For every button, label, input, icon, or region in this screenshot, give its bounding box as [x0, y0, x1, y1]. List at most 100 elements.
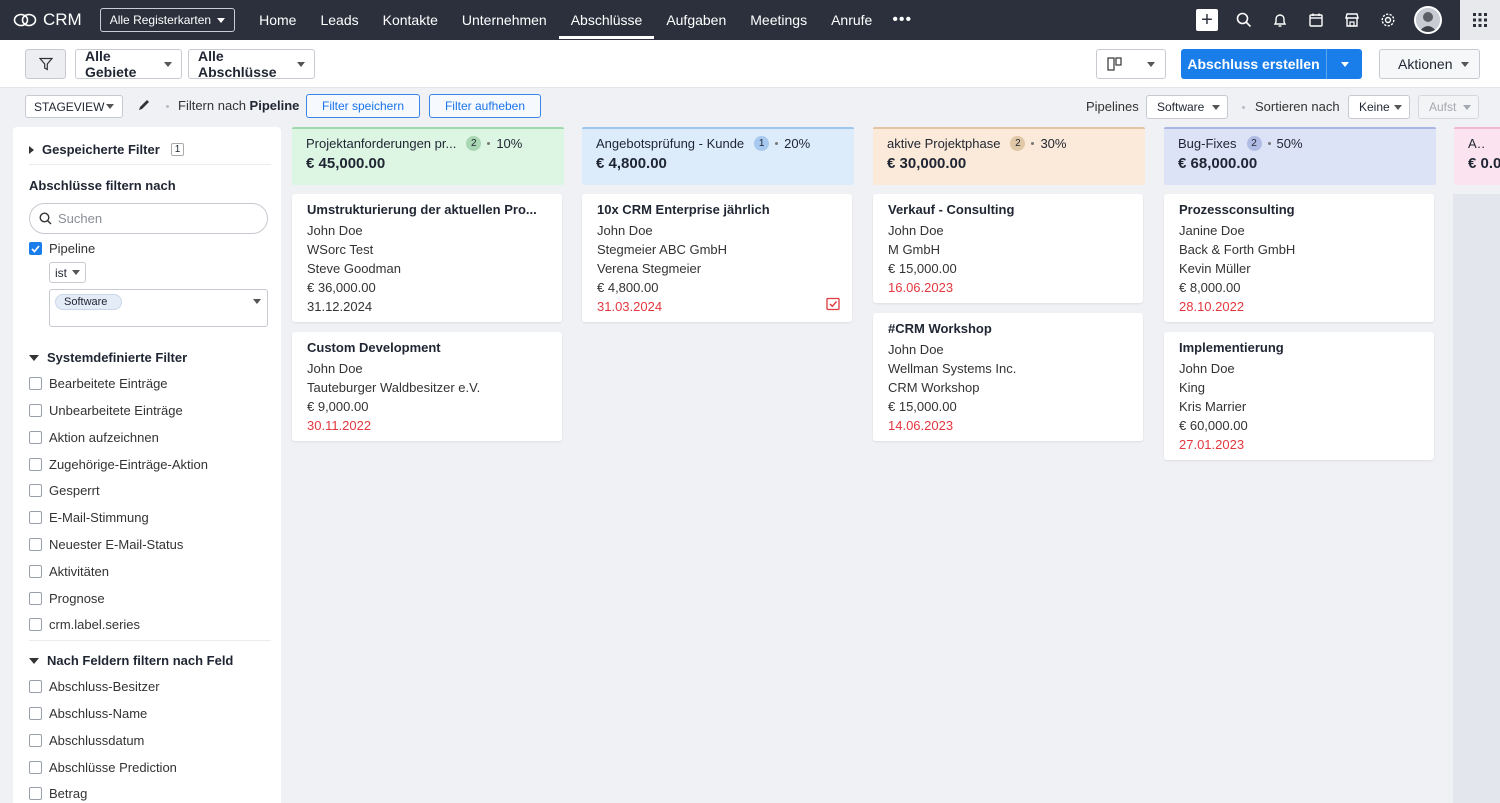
more-tabs-icon[interactable]: ••• — [884, 0, 920, 40]
apps-grid-icon[interactable] — [1460, 0, 1500, 40]
tab-deals[interactable]: Abschlüsse — [558, 0, 655, 40]
filter-checkbox[interactable]: Gesperrt — [29, 483, 100, 498]
deal-title[interactable]: Prozessconsulting — [1179, 202, 1419, 221]
checkbox-icon[interactable] — [29, 565, 42, 578]
stage-column-header[interactable]: Abna € 0.0 — [1454, 127, 1500, 185]
stage-column-header[interactable]: aktive Projektphase 2 30% € 30,000.00 — [873, 127, 1145, 185]
pipeline-value-select[interactable]: Software — [49, 289, 268, 327]
tab-calls[interactable]: Anrufe — [819, 0, 884, 40]
checkbox-icon[interactable] — [29, 431, 42, 444]
deal-card[interactable]: Umstrukturierung der aktuellen Pro... Jo… — [292, 194, 562, 322]
deal-title[interactable]: Implementierung — [1179, 340, 1419, 359]
deal-card[interactable]: #CRM Workshop John Doe Wellman Systems I… — [873, 313, 1143, 441]
save-filter-button[interactable]: Filter speichern — [306, 94, 420, 118]
filter-checkbox[interactable]: Abschluss-Besitzer — [29, 679, 160, 694]
deal-card[interactable]: Verkauf - Consulting John Doe M GmbH € 1… — [873, 194, 1143, 303]
checkbox-icon[interactable] — [29, 404, 42, 417]
territory-dropdown[interactable]: Alle Gebiete — [75, 48, 182, 80]
tab-companies[interactable]: Unternehmen — [450, 0, 559, 40]
tab-home[interactable]: Home — [247, 0, 308, 40]
filter-checkbox[interactable]: Betrag — [29, 786, 87, 801]
deal-card[interactable]: Prozessconsulting Janine Doe Back & Fort… — [1164, 194, 1434, 322]
sort-order-dropdown[interactable]: Aufst — [1418, 95, 1479, 119]
clear-filter-button[interactable]: Filter aufheben — [429, 94, 541, 118]
checkbox-icon[interactable] — [29, 787, 42, 800]
stage-column-header[interactable]: Projektanforderungen pr... 2 10% € 45,000.… — [292, 127, 564, 185]
checkbox-icon[interactable] — [29, 377, 42, 390]
stage-column-header[interactable]: Angebotsprüfung - Kunde 1 20% € 4,800.00 — [582, 127, 854, 185]
tab-contacts[interactable]: Kontakte — [371, 0, 450, 40]
saved-filters-toggle[interactable]: Gespeicherte Filter 1 — [29, 142, 185, 157]
actions-label: Aktionen — [1398, 56, 1453, 72]
deal-card[interactable]: 10x CRM Enterprise jährlich John Doe Ste… — [582, 194, 852, 322]
operator-dropdown[interactable]: ist — [49, 262, 86, 283]
marketplace-icon[interactable] — [1334, 0, 1370, 40]
deal-title[interactable]: Custom Development — [307, 340, 547, 359]
deal-card[interactable]: Custom Development John Doe Tauteburger … — [292, 332, 562, 441]
checkbox-icon[interactable] — [29, 592, 42, 605]
gear-icon[interactable] — [1370, 0, 1406, 40]
checkbox-icon[interactable] — [29, 538, 42, 551]
pipeline-filter-label: Pipeline — [49, 241, 96, 256]
checkbox-icon[interactable] — [29, 734, 42, 747]
checkbox-icon[interactable] — [29, 707, 42, 720]
calendar-icon[interactable] — [1298, 0, 1334, 40]
pencil-icon[interactable] — [137, 98, 151, 115]
create-deal-button[interactable]: Abschluss erstellen — [1181, 49, 1362, 79]
pipeline-dropdown[interactable]: Software — [1146, 95, 1228, 119]
stage-amount: € 4,800.00 — [596, 155, 667, 172]
checkbox-icon[interactable] — [29, 761, 42, 774]
checkbox-icon[interactable] — [29, 680, 42, 693]
filter-checkbox[interactable]: E-Mail-Stimmung — [29, 510, 149, 525]
field-filters-toggle[interactable]: Nach Feldern filtern nach Feld — [29, 653, 233, 668]
deal-owner: John Doe — [1179, 361, 1235, 376]
selected-value-chip[interactable]: Software — [55, 294, 123, 310]
tab-leads[interactable]: Leads — [308, 0, 370, 40]
create-options-chevron-icon[interactable] — [1327, 61, 1362, 67]
stageview-dropdown[interactable]: STAGEVIEW — [25, 95, 123, 118]
quick-create-icon[interactable]: + — [1196, 9, 1218, 31]
system-filters-toggle[interactable]: Systemdefinierte Filter — [29, 350, 187, 365]
filter-toggle-button[interactable] — [25, 49, 66, 79]
user-avatar[interactable] — [1414, 6, 1442, 34]
filter-checkbox[interactable]: crm.label.series — [29, 617, 140, 632]
deal-title[interactable]: 10x CRM Enterprise jährlich — [597, 202, 837, 221]
filter-checkbox[interactable]: Abschluss-Name — [29, 706, 147, 721]
all-tabs-dropdown[interactable]: Alle Registerkarten — [99, 8, 236, 32]
tab-tasks[interactable]: Aufgaben — [654, 0, 738, 40]
filter-prefix: Filtern nach — [178, 98, 246, 113]
filter-checkbox[interactable]: Abschlüsse Prediction — [29, 760, 177, 775]
crm-logo[interactable]: CRM — [13, 10, 82, 30]
actions-dropdown[interactable]: Aktionen — [1379, 49, 1480, 79]
checkbox-icon[interactable] — [29, 458, 42, 471]
sort-dropdown[interactable]: Keine — [1348, 95, 1410, 119]
filter-checkbox[interactable]: Unbearbeitete Einträge — [29, 403, 183, 418]
filter-checkbox[interactable]: Abschlussdatum — [29, 733, 144, 748]
filter-checkbox[interactable]: Aktivitäten — [29, 564, 109, 579]
checkbox-icon[interactable] — [29, 484, 42, 497]
stage-column-header[interactable]: Bug-Fixes 2 50% € 68,000.00 — [1164, 127, 1436, 185]
deal-card[interactable]: Implementierung John Doe King Kris Marri… — [1164, 332, 1434, 460]
deal-title[interactable]: #CRM Workshop — [888, 321, 1128, 340]
filter-search-input[interactable]: Suchen — [29, 203, 268, 234]
territory-label: Alle Gebiete — [85, 48, 137, 80]
separator-dot — [775, 142, 779, 145]
deal-title[interactable]: Verkauf - Consulting — [888, 202, 1128, 221]
deal-title[interactable]: Umstrukturierung der aktuellen Pro... — [307, 202, 547, 221]
filter-checkbox[interactable]: Zugehörige-Einträge-Aktion — [29, 457, 208, 472]
filter-checkbox[interactable]: Bearbeitete Einträge — [29, 376, 168, 391]
search-icon[interactable] — [1226, 0, 1262, 40]
filter-checkbox[interactable]: Prognose — [29, 591, 105, 606]
bell-icon[interactable] — [1262, 0, 1298, 40]
filter-checkbox[interactable]: Neuester E-Mail-Status — [29, 537, 183, 552]
tab-meetings[interactable]: Meetings — [738, 0, 819, 40]
pipeline-filter-checkbox[interactable]: Pipeline — [29, 241, 95, 256]
layout-switch-button[interactable] — [1096, 49, 1166, 79]
checkbox-checked-icon[interactable] — [29, 242, 42, 255]
filter-checkbox[interactable]: Aktion aufzeichnen — [29, 430, 159, 445]
separator-dot — [1242, 106, 1245, 109]
task-check-icon[interactable] — [826, 297, 840, 314]
checkbox-icon[interactable] — [29, 511, 42, 524]
checkbox-icon[interactable] — [29, 618, 42, 631]
view-dropdown[interactable]: Alle Abschlüsse — [188, 48, 315, 80]
